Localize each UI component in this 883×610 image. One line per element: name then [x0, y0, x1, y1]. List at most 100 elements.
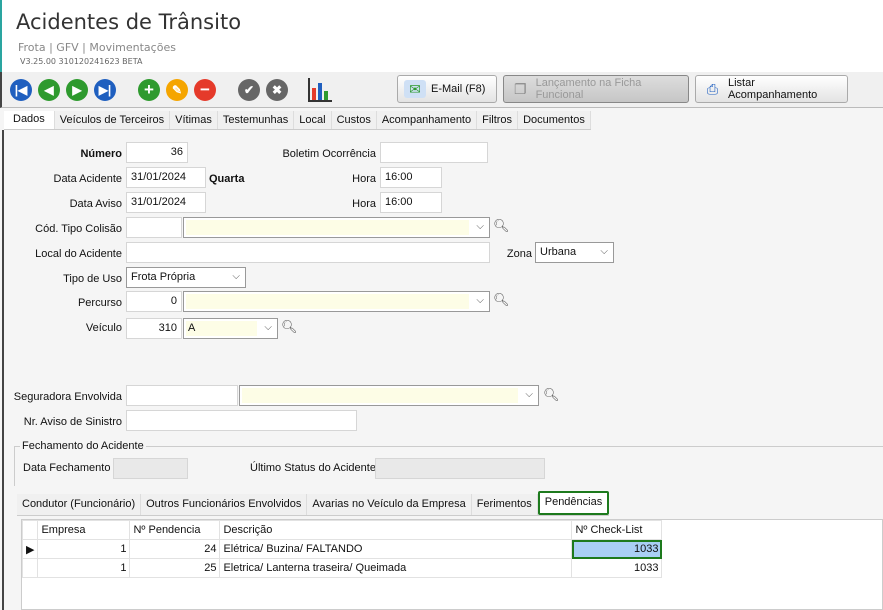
data-aviso-field[interactable]: 31/01/2024: [126, 192, 206, 213]
data-acidente-field[interactable]: 31/01/2024: [126, 167, 206, 188]
cell-pendencia[interactable]: 25: [129, 558, 221, 578]
main-tabs: Dados Veículos de Terceiros Vítimas Test…: [4, 111, 591, 130]
percurso-combo[interactable]: ⌵: [183, 291, 490, 312]
seguradora-value: [242, 388, 518, 403]
numero-field[interactable]: 36: [126, 142, 188, 163]
tab-condutor[interactable]: Condutor (Funcionário): [17, 494, 142, 515]
tab-filtros[interactable]: Filtros: [477, 111, 519, 129]
cell-empresa[interactable]: 1: [37, 539, 131, 559]
chevron-down-icon: ⌵: [476, 221, 484, 232]
next-icon[interactable]: ▶: [66, 79, 88, 101]
tipo-uso-select[interactable]: Frota Própria ⌵: [126, 267, 246, 288]
chevron-down-icon: ⌵: [476, 295, 484, 306]
page-title: Acidentes de Trânsito: [16, 10, 242, 34]
edit-icon[interactable]: ✎: [166, 79, 188, 101]
tab-acompanhamento[interactable]: Acompanhamento: [376, 111, 478, 129]
hora-acidente-field[interactable]: 16:00: [380, 167, 442, 188]
cell-checklist[interactable]: 1033: [571, 558, 663, 578]
aviso-sinistro-label: Nr. Aviso de Sinistro: [23, 416, 122, 428]
col-checklist[interactable]: Nº Check-List: [571, 520, 663, 540]
cell-pendencia[interactable]: 24: [129, 539, 221, 559]
pendencias-grid: Empresa Nº Pendencia Descrição Nº Check-…: [21, 519, 883, 610]
zona-value: Urbana: [540, 246, 577, 258]
col-empresa[interactable]: Empresa: [37, 520, 131, 540]
ultimo-status-label: Último Status do Acidente: [250, 462, 376, 474]
chevron-down-icon: ⌵: [232, 271, 240, 282]
listar-label: Listar Acompanhamento: [727, 77, 818, 101]
tipo-colisao-value: [186, 220, 469, 235]
tipo-colisao-code-field[interactable]: [126, 217, 182, 238]
table-row[interactable]: 1 25 Eletrica/ Lanterna traseira/ Queima…: [21, 558, 663, 578]
aviso-sinistro-field[interactable]: [126, 410, 357, 431]
tab-testemunhas[interactable]: Testemunhas: [217, 111, 295, 129]
search-icon[interactable]: 🔍︎: [493, 218, 510, 234]
tab-dados[interactable]: Dados: [4, 111, 55, 129]
tab-custos[interactable]: Custos: [331, 111, 377, 129]
cancel-icon[interactable]: ✖: [266, 79, 288, 101]
tipo-colisao-label: Cód. Tipo Colisão: [35, 223, 122, 235]
cell-descricao[interactable]: Elétrica/ Buzina/ FALTANDO: [219, 539, 573, 559]
cell-checklist[interactable]: 1033: [571, 539, 663, 559]
printer-icon: ⎙: [706, 81, 719, 97]
local-field[interactable]: [126, 242, 490, 263]
tab-ferimentos[interactable]: Ferimentos: [471, 494, 538, 515]
ultimo-status-field: [375, 458, 545, 479]
hora-aviso-field[interactable]: 16:00: [380, 192, 442, 213]
table-row[interactable]: ▶ 1 24 Elétrica/ Buzina/ FALTANDO 1033: [21, 539, 663, 559]
dia-semana: Quarta: [209, 173, 245, 185]
search-icon[interactable]: 🔍︎: [493, 292, 510, 308]
boletim-label: Boletim Ocorrência: [282, 148, 376, 160]
tipo-uso-label: Tipo de Uso: [63, 273, 122, 285]
search-icon[interactable]: 🔍︎: [543, 387, 560, 403]
tab-pendencias[interactable]: Pendências: [537, 491, 610, 515]
veiculo-value: A: [186, 321, 257, 336]
zona-label: Zona: [506, 248, 532, 260]
tab-veiculos-terceiros[interactable]: Veículos de Terceiros: [54, 111, 171, 129]
tab-local[interactable]: Local: [294, 111, 332, 129]
grid-header: Empresa Nº Pendencia Descrição Nº Check-…: [21, 520, 663, 540]
chevron-down-icon: ⌵: [264, 322, 272, 333]
search-icon[interactable]: 🔍︎: [281, 319, 298, 335]
row-indicator-header: [21, 520, 39, 540]
fechamento-group-title: Fechamento do Acidente: [20, 440, 146, 452]
email-button[interactable]: ✉ E-Mail (F8): [397, 75, 497, 103]
tipo-uso-value: Frota Própria: [131, 271, 196, 283]
veiculo-combo[interactable]: A ⌵: [183, 318, 278, 339]
cell-descricao[interactable]: Eletrica/ Lanterna traseira/ Queimada: [219, 558, 573, 578]
tipo-colisao-combo[interactable]: ⌵: [183, 217, 490, 238]
local-label: Local do Acidente: [35, 248, 122, 260]
data-fechamento-field: [113, 458, 188, 479]
report-settings-icon[interactable]: [308, 78, 332, 102]
cell-empresa[interactable]: 1: [37, 558, 131, 578]
percurso-label: Percurso: [77, 297, 122, 309]
previous-icon[interactable]: ◀: [38, 79, 60, 101]
data-acidente-label: Data Acidente: [53, 173, 123, 185]
lancamento-button[interactable]: ❐ Lançamento na Ficha Funcional: [503, 75, 689, 103]
listar-button[interactable]: ⎙ Listar Acompanhamento: [695, 75, 848, 103]
col-descricao[interactable]: Descrição: [219, 520, 573, 540]
seguradora-label: Seguradora Envolvida: [13, 391, 122, 403]
hora-acidente-label: Hora: [352, 173, 376, 185]
lancamento-label: Lançamento na Ficha Funcional: [535, 77, 642, 101]
delete-icon[interactable]: −: [194, 79, 216, 101]
last-icon[interactable]: ▶|: [94, 79, 116, 101]
chevron-down-icon: ⌵: [525, 389, 533, 400]
seguradora-code-field[interactable]: [126, 385, 238, 406]
numero-label: Número: [80, 148, 122, 160]
first-icon[interactable]: |◀: [10, 79, 32, 101]
add-icon[interactable]: +: [138, 79, 160, 101]
data-aviso-label: Data Aviso: [69, 198, 122, 210]
percurso-value: [186, 294, 469, 309]
tab-outros-funcionarios[interactable]: Outros Funcionários Envolvidos: [141, 494, 308, 515]
veiculo-label: Veículo: [85, 322, 122, 334]
seguradora-combo[interactable]: ⌵: [239, 385, 539, 406]
veiculo-code-field[interactable]: 310: [126, 318, 182, 339]
confirm-icon[interactable]: ✔: [238, 79, 260, 101]
tab-vitimas[interactable]: Vítimas: [170, 111, 218, 129]
zona-select[interactable]: Urbana ⌵: [535, 242, 614, 263]
tab-avarias[interactable]: Avarias no Veículo da Empresa: [307, 494, 472, 515]
boletim-field[interactable]: [380, 142, 488, 163]
tab-documentos[interactable]: Documentos: [518, 111, 591, 129]
col-pendencia[interactable]: Nº Pendencia: [129, 520, 221, 540]
percurso-code-field[interactable]: 0: [126, 291, 182, 312]
